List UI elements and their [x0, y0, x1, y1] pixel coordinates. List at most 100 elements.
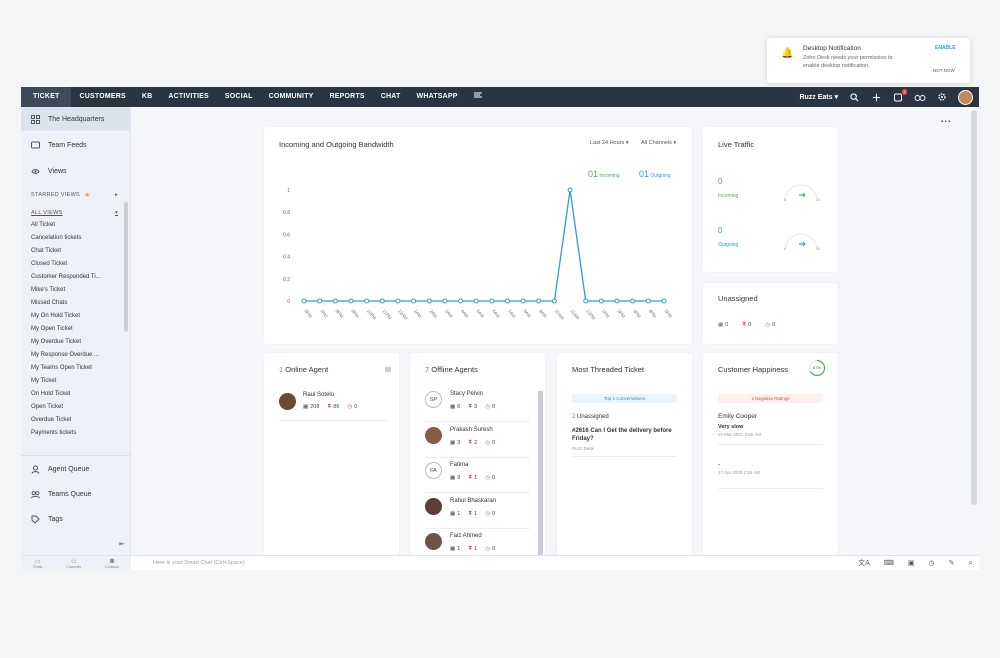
view-item[interactable]: Chat Ticket — [21, 245, 130, 258]
data-point[interactable] — [395, 298, 401, 304]
data-point[interactable] — [520, 298, 526, 304]
view-item[interactable]: Payments tickets — [21, 427, 130, 440]
zoom-icon[interactable]: ⌕ — [969, 558, 973, 568]
more-options-icon[interactable]: ... — [941, 114, 952, 124]
add-icon[interactable] — [870, 91, 882, 103]
view-item[interactable]: Missed Chats — [21, 297, 130, 310]
clock-icon[interactable]: ◷ — [929, 559, 935, 567]
tab-reports[interactable]: REPORTS — [322, 87, 373, 107]
data-point[interactable] — [489, 298, 495, 304]
collapse-sidebar-icon[interactable]: ⇤ — [21, 535, 130, 555]
sidebar-item-headquarters[interactable]: The Headquarters — [21, 107, 130, 131]
page-scrollbar[interactable] — [971, 110, 977, 505]
starred-views-header[interactable]: STARRED VIEWS ★ ▸ — [21, 189, 130, 201]
view-item[interactable]: My On Hold Ticket — [21, 310, 130, 323]
tab-social[interactable]: SOCIAL — [217, 87, 261, 107]
tab-community[interactable]: COMMUNITY — [261, 87, 322, 107]
happiness-entry[interactable]: - 17 Apr 2020 1:55 AM — [718, 461, 823, 489]
data-point[interactable] — [379, 298, 385, 304]
data-point[interactable] — [567, 187, 573, 193]
clock-icon: ◷ — [765, 321, 771, 328]
view-item[interactable]: Open Ticket — [21, 401, 130, 414]
data-point[interactable] — [661, 298, 667, 304]
offline-agent-row[interactable]: FA Fatima ▦ 9 ⧗ 1 ◷ 0 — [425, 458, 530, 493]
sidebar-item-tags[interactable]: Tags — [21, 507, 130, 532]
more-tabs-icon[interactable] — [466, 87, 490, 107]
offline-agent-row[interactable]: Prakash Suresh ▦ 3 ⧗ 2 ◷ 0 — [425, 423, 530, 458]
keyboard-icon[interactable]: ⌨ — [884, 559, 894, 567]
view-item[interactable]: My Response Overdue ... — [21, 349, 130, 362]
portal-switcher[interactable]: Ruzz Eats ▾ — [799, 93, 838, 101]
data-point[interactable] — [536, 298, 542, 304]
data-point[interactable] — [473, 298, 479, 304]
smart-chat-input[interactable]: Here is your Smart Chat (Ctrl+Space) — [131, 560, 858, 566]
view-item[interactable]: My Ticket — [21, 375, 130, 388]
agents-icon[interactable] — [914, 91, 926, 103]
chats-button[interactable]: ▭ Chats — [33, 558, 42, 569]
online-agent-row[interactable]: Raul Sotelo ▦ 208 ⧗ 86 ◷ 0 — [279, 391, 389, 421]
data-point[interactable] — [583, 298, 589, 304]
view-item[interactable]: Mike's Ticket — [21, 284, 130, 297]
stat-value: 1 — [457, 545, 461, 552]
data-point[interactable] — [332, 298, 338, 304]
data-point[interactable] — [598, 298, 604, 304]
data-point[interactable] — [645, 298, 651, 304]
data-point[interactable] — [317, 298, 323, 304]
notifications-icon[interactable]: 1 — [892, 89, 907, 103]
tab-chat[interactable]: CHAT — [373, 87, 409, 107]
data-point[interactable] — [458, 298, 464, 304]
happiness-entry[interactable]: Emily Cooper Very slow 03 Mar 2021 4:55 … — [718, 413, 823, 445]
due-stat: ◷ 0 — [485, 511, 495, 517]
data-point[interactable] — [426, 298, 432, 304]
offline-agent-row[interactable]: Faiz Ahmed ▦ 1 ⧗ 1 ◷ 0 — [425, 529, 530, 555]
sidebar-item-teams-queue[interactable]: Teams Queue — [21, 482, 130, 507]
data-point[interactable] — [442, 298, 448, 304]
search-icon[interactable] — [848, 91, 860, 103]
data-point[interactable] — [348, 298, 354, 304]
threaded-ticket-link[interactable]: #2616 Can I Get the delivery before Frid… — [572, 427, 677, 443]
all-views-header[interactable]: ALL VIEWS ▾ — [21, 207, 130, 219]
tab-ticket[interactable]: TICKET — [21, 87, 72, 107]
offline-scrollbar[interactable] — [538, 391, 543, 555]
view-item[interactable]: Closed Ticket — [21, 258, 130, 271]
data-point[interactable] — [301, 298, 307, 304]
tab-activities[interactable]: ACTIVITIES — [160, 87, 217, 107]
online-menu-icon[interactable] — [385, 367, 391, 372]
x-tick-label: 2PM — [616, 308, 626, 318]
not-now-button[interactable]: NOT NOW — [933, 68, 955, 73]
offline-agent-row[interactable]: Rahul Bhaskaran ▦ 1 ⧗ 1 ◷ 0 — [425, 494, 530, 529]
sidebar-item-agent-queue[interactable]: Agent Queue — [21, 457, 130, 482]
user-avatar[interactable] — [958, 89, 973, 105]
data-point[interactable] — [411, 298, 417, 304]
sidebar-item-team-feeds[interactable]: Team Feeds — [21, 133, 130, 157]
data-point[interactable] — [630, 298, 636, 304]
channels-icon: ⚇ — [70, 558, 77, 565]
view-item[interactable]: My Teams Open Ticket — [21, 362, 130, 375]
sidebar-scrollbar[interactable] — [124, 202, 128, 332]
view-item[interactable]: All Ticket — [21, 219, 130, 232]
translate-icon[interactable]: 文A — [858, 558, 870, 568]
view-item[interactable]: Cancelation tickets — [21, 232, 130, 245]
calendar-icon[interactable]: ▣ — [908, 559, 915, 567]
view-item[interactable]: My Open Ticket — [21, 323, 130, 336]
contacts-button[interactable]: ⚉ Contacts — [105, 558, 119, 569]
clock-icon: ◷ — [347, 403, 353, 410]
view-item[interactable]: My Overdue Ticket — [21, 336, 130, 349]
view-item[interactable]: Overdue Ticket — [21, 414, 130, 427]
offline-agent-row[interactable]: SP Stacy Pelvin ▦ 6 ⧗ 3 ◷ 0 — [425, 387, 530, 422]
view-item[interactable]: On Hold Ticket — [21, 388, 130, 401]
sidebar-item-views[interactable]: Views — [21, 159, 130, 183]
data-point[interactable] — [551, 298, 557, 304]
enable-button[interactable]: ENABLE — [935, 45, 956, 51]
tab-customers[interactable]: CUSTOMERS — [71, 87, 133, 107]
tab-whatsapp[interactable]: WHATSAPP — [409, 87, 466, 107]
data-point[interactable] — [364, 298, 370, 304]
data-point[interactable] — [614, 298, 620, 304]
data-point[interactable] — [504, 298, 510, 304]
stat-open: ▦ 0 — [718, 322, 728, 328]
channels-button[interactable]: ⚇ Channels — [66, 558, 81, 569]
tab-kb[interactable]: KB — [134, 87, 161, 107]
gear-icon[interactable] — [936, 91, 948, 103]
notes-icon[interactable]: ✎ — [949, 559, 955, 567]
view-item[interactable]: Customer Responded Ti... — [21, 271, 130, 284]
